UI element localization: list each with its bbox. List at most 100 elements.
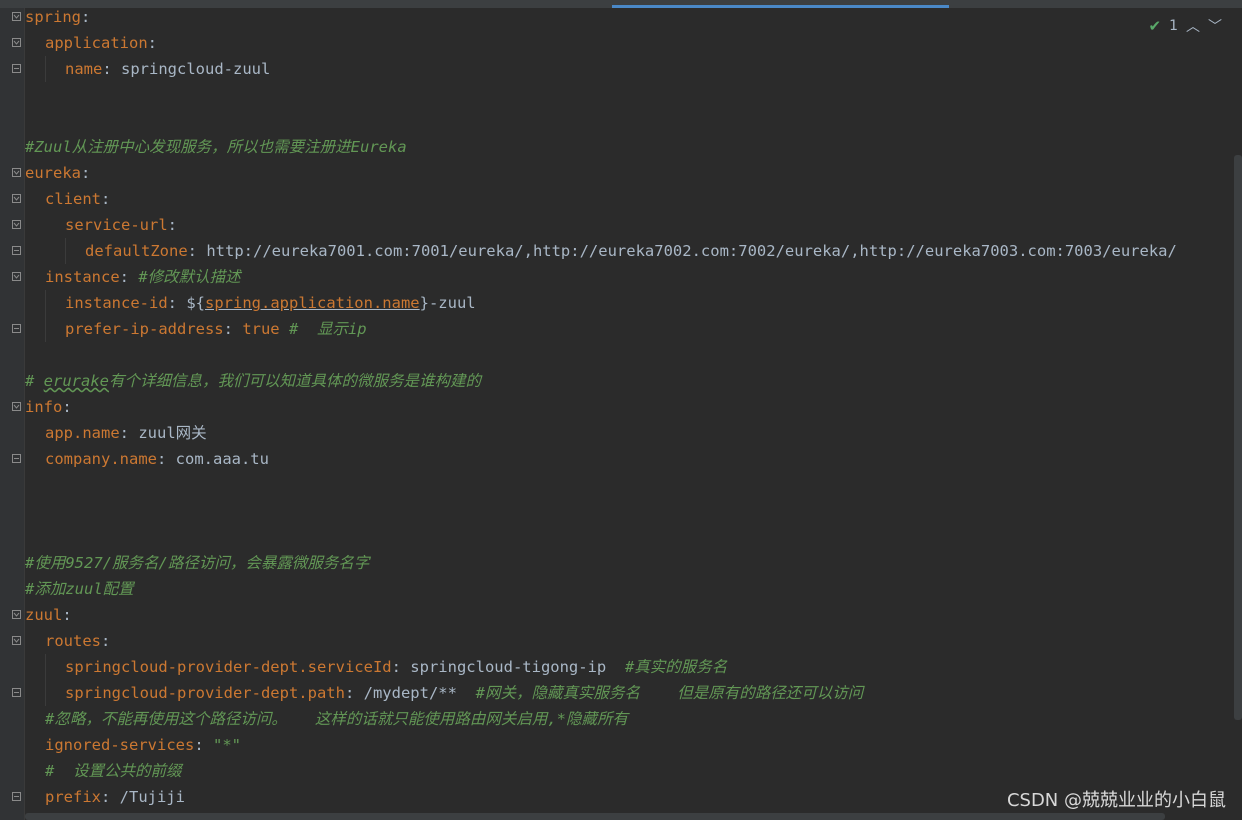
yaml-key: company.name — [45, 450, 157, 468]
yaml-value: com.aaa.tu — [175, 450, 269, 468]
code-line-29: ignored-services: "*" — [25, 732, 1225, 758]
fold-marker-icon[interactable] — [12, 272, 21, 281]
yaml-comment: #修改默认描述 — [138, 268, 241, 286]
placeholder-close: }-zuul — [419, 294, 476, 312]
yaml-value: /mydept/** — [363, 684, 457, 702]
code-line-8: client: — [25, 186, 1225, 212]
yaml-comment: #网关，隐藏真实服务名 但是原有的路径还可以访问 — [475, 684, 864, 702]
yaml-key: info — [25, 398, 63, 416]
fold-marker-icon[interactable] — [12, 402, 21, 411]
yaml-key: eureka — [25, 164, 81, 182]
yaml-key: prefer-ip-address — [65, 320, 224, 338]
yaml-colon: : — [187, 242, 207, 260]
code-line-9: service-url: — [25, 212, 1225, 238]
yaml-key: spring — [25, 8, 81, 26]
yaml-colon: : — [81, 8, 91, 26]
yaml-key: name — [65, 60, 103, 78]
property-reference: spring.application.name — [205, 294, 420, 312]
yaml-comment: #使用9527/服务名/路径访问，会暴露微服务名字 — [25, 554, 370, 572]
code-line-16: info: — [25, 394, 1225, 420]
vertical-scrollbar-thumb[interactable] — [1234, 155, 1242, 720]
yaml-colon: : — [147, 34, 157, 52]
fold-end-icon[interactable] — [12, 64, 21, 73]
yaml-comment: # — [25, 372, 44, 390]
horizontal-scrollbar-thumb[interactable] — [25, 813, 1165, 820]
yaml-key: instance — [45, 268, 120, 286]
yaml-key: application — [45, 34, 148, 52]
editor-gutter — [0, 8, 24, 820]
yaml-value: zuul网关 — [138, 424, 207, 442]
placeholder-open: ${ — [186, 294, 205, 312]
fold-end-icon[interactable] — [12, 688, 21, 697]
code-line-13: prefer-ip-address: true # 显示ip — [25, 316, 1225, 342]
inspection-count: 1 — [1169, 18, 1178, 34]
yaml-value: http://eureka7001.com:7001/eureka/,http:… — [206, 242, 1177, 260]
typo-word: erurake — [43, 372, 109, 390]
code-editor[interactable]: spring: application: name: springcloud-z… — [25, 4, 1225, 810]
code-line-3: name: springcloud-zuul — [25, 56, 1225, 82]
chevron-up-icon[interactable]: ︿ — [1186, 16, 1200, 36]
fold-marker-icon[interactable] — [12, 38, 21, 47]
inspection-widget[interactable]: ✔ 1 ︿ ﹀ — [1149, 16, 1223, 36]
yaml-colon: : — [81, 164, 91, 182]
fold-end-icon[interactable] — [12, 454, 21, 463]
yaml-boolean: true — [242, 320, 280, 338]
fold-marker-icon[interactable] — [12, 12, 21, 21]
fold-marker-icon[interactable] — [12, 610, 21, 619]
code-line-6: #Zuul从注册中心发现服务，所以也需要注册进Eureka — [25, 134, 1225, 160]
yaml-key: client — [45, 190, 101, 208]
yaml-key: springcloud-provider-dept.serviceId — [65, 658, 392, 676]
code-line-18: company.name: com.aaa.tu — [25, 446, 1225, 472]
yaml-colon: : — [119, 268, 139, 286]
yaml-comment: #添加zuul配置 — [25, 580, 134, 598]
fold-marker-icon[interactable] — [12, 194, 21, 203]
yaml-colon: : — [62, 606, 72, 624]
fold-end-icon[interactable] — [12, 792, 21, 801]
fold-end-icon[interactable] — [12, 324, 21, 333]
code-line-25: routes: — [25, 628, 1225, 654]
watermark: CSDN @兢兢业业的小白鼠 — [1006, 790, 1226, 811]
code-line-23: #添加zuul配置 — [25, 576, 1225, 602]
yaml-colon: : — [102, 60, 121, 78]
code-line-7: eureka: — [25, 160, 1225, 186]
fold-marker-icon[interactable] — [12, 636, 21, 645]
code-line-1: spring: — [25, 4, 1225, 30]
fold-end-icon[interactable] — [12, 246, 21, 255]
chevron-down-icon[interactable]: ﹀ — [1208, 16, 1222, 36]
code-line-24: zuul: — [25, 602, 1225, 628]
code-line-17: app.name: zuul网关 — [25, 420, 1225, 446]
yaml-comment: # 设置公共的前缀 — [45, 762, 182, 780]
code-line-22: #使用9527/服务名/路径访问，会暴露微服务名字 — [25, 550, 1225, 576]
yaml-key: app.name — [45, 424, 120, 442]
yaml-string: "*" — [212, 736, 241, 754]
fold-marker-icon[interactable] — [12, 168, 21, 177]
yaml-colon: : — [223, 320, 243, 338]
yaml-key: routes — [45, 632, 101, 650]
yaml-value: springcloud-zuul — [121, 60, 271, 78]
yaml-value: springcloud-tigong-ip — [410, 658, 607, 676]
code-line-28: #忽略，不能再使用这个路径访问。 这样的话就只能使用路由网关启用,*隐藏所有 — [25, 706, 1225, 732]
yaml-comment: #Zuul从注册中心发现服务，所以也需要注册进Eureka — [25, 138, 407, 156]
yaml-key: zuul — [25, 606, 63, 624]
yaml-key: defaultZone — [85, 242, 188, 260]
yaml-key: ignored-services — [45, 736, 195, 754]
fold-marker-icon[interactable] — [12, 220, 21, 229]
double-check-icon[interactable]: ✔ — [1149, 17, 1162, 35]
yaml-comment: # 显示ip — [288, 320, 367, 338]
code-line-2: application: — [25, 30, 1225, 56]
code-line-26: springcloud-provider-dept.serviceId: spr… — [25, 654, 1225, 680]
yaml-colon: : — [156, 450, 176, 468]
yaml-colon: : — [194, 736, 213, 754]
yaml-colon: : — [62, 398, 72, 416]
yaml-key: prefix — [45, 788, 101, 806]
yaml-colon: : — [101, 632, 111, 650]
yaml-comment: #真实的服务名 — [624, 658, 728, 676]
yaml-key: instance-id — [65, 294, 168, 312]
code-line-15: # erurake有个详细信息，我们可以知道具体的微服务是谁构建的 — [25, 368, 1225, 394]
